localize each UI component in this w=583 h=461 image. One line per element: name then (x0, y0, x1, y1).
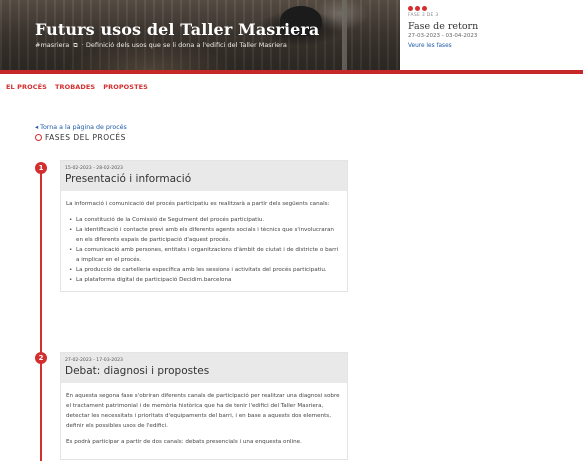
phase-card-2: 27-02-2023 - 17-03-2023 Debat: diagnosi … (60, 352, 348, 460)
phase-intro: La informació i comunicació del procés p… (66, 201, 330, 207)
lamp-pole-image (342, 0, 347, 73)
phase-progress-dots (408, 6, 575, 11)
phase-name: Fase de retorn (408, 21, 479, 32)
phase-step: FASE 3 DE 3 (408, 13, 439, 18)
current-phase-card: FASE 3 DE 3 Fase de retorn 27-03-2023 - … (400, 0, 583, 70)
timeline-line (40, 170, 42, 461)
external-link-icon: ⧉ (73, 42, 78, 49)
process-title: Futurs usos del Taller Masriera (35, 20, 320, 39)
view-phases-link[interactable]: Veure les fases (408, 43, 575, 49)
phase-dates: 27-03-2023 - 03-04-2023 (408, 33, 478, 39)
tab-el-proces[interactable]: EL PROCÉS (6, 83, 47, 91)
process-subtitle: Definició dels usos que se li dona a l'e… (85, 41, 287, 49)
subtitle-separator: · (81, 41, 84, 49)
phase-card-1: 15-02-2023 - 28-02-2023 Presentació i in… (60, 160, 348, 292)
phase-number-badge: 1 (35, 162, 47, 174)
tab-trobades[interactable]: TROBADES (55, 83, 95, 91)
phase-paragraph: Es podrà participar a partir de dos cana… (66, 439, 302, 445)
hashtag-link[interactable]: #masriera (35, 41, 69, 49)
phases-heading: FASES DEL PROCÉS (35, 133, 126, 142)
list-item: La plataforma digital de participació De… (66, 275, 342, 285)
process-tabs: EL PROCÉS TROBADES PROPOSTES (6, 83, 148, 91)
phase-number-badge: 2 (35, 352, 47, 364)
phases-heading-label: FASES DEL PROCÉS (45, 133, 126, 142)
back-to-process-link[interactable]: ◂ Torna a la pàgina de procés (35, 124, 127, 131)
process-subtitle-line: #masriera ⧉ · Definició dels usos que se… (35, 41, 287, 50)
phase-card-header: 15-02-2023 - 28-02-2023 Presentació i in… (61, 161, 347, 191)
phase-title: Debat: diagnosi i propostes (65, 365, 210, 377)
list-item: La comunicació amb persones, entitats i … (66, 245, 342, 265)
header-accent-bar (0, 70, 583, 74)
tab-propostes[interactable]: PROPOSTES (103, 83, 148, 91)
list-item: La identificació i contacte previ amb el… (66, 225, 342, 245)
phase-channel-list: La constitució de la Comissió de Seguime… (66, 215, 342, 285)
phases-circle-icon (35, 134, 42, 141)
phase-description: En aquesta segona fase s'obriran diferen… (61, 383, 347, 459)
list-item: La constitució de la Comissió de Seguime… (66, 215, 342, 225)
phase-card-header: 27-02-2023 - 17-03-2023 Debat: diagnosi … (61, 353, 347, 383)
phase-title: Presentació i informació (65, 173, 192, 185)
phase-dates: 27-02-2023 - 17-03-2023 (65, 358, 123, 363)
phase-dates: 15-02-2023 - 28-02-2023 (65, 166, 123, 171)
phase-description: La informació i comunicació del procés p… (61, 191, 347, 291)
phase-paragraph: En aquesta segona fase s'obriran diferen… (66, 393, 340, 429)
list-item: La producció de cartelleria específica a… (66, 265, 342, 275)
